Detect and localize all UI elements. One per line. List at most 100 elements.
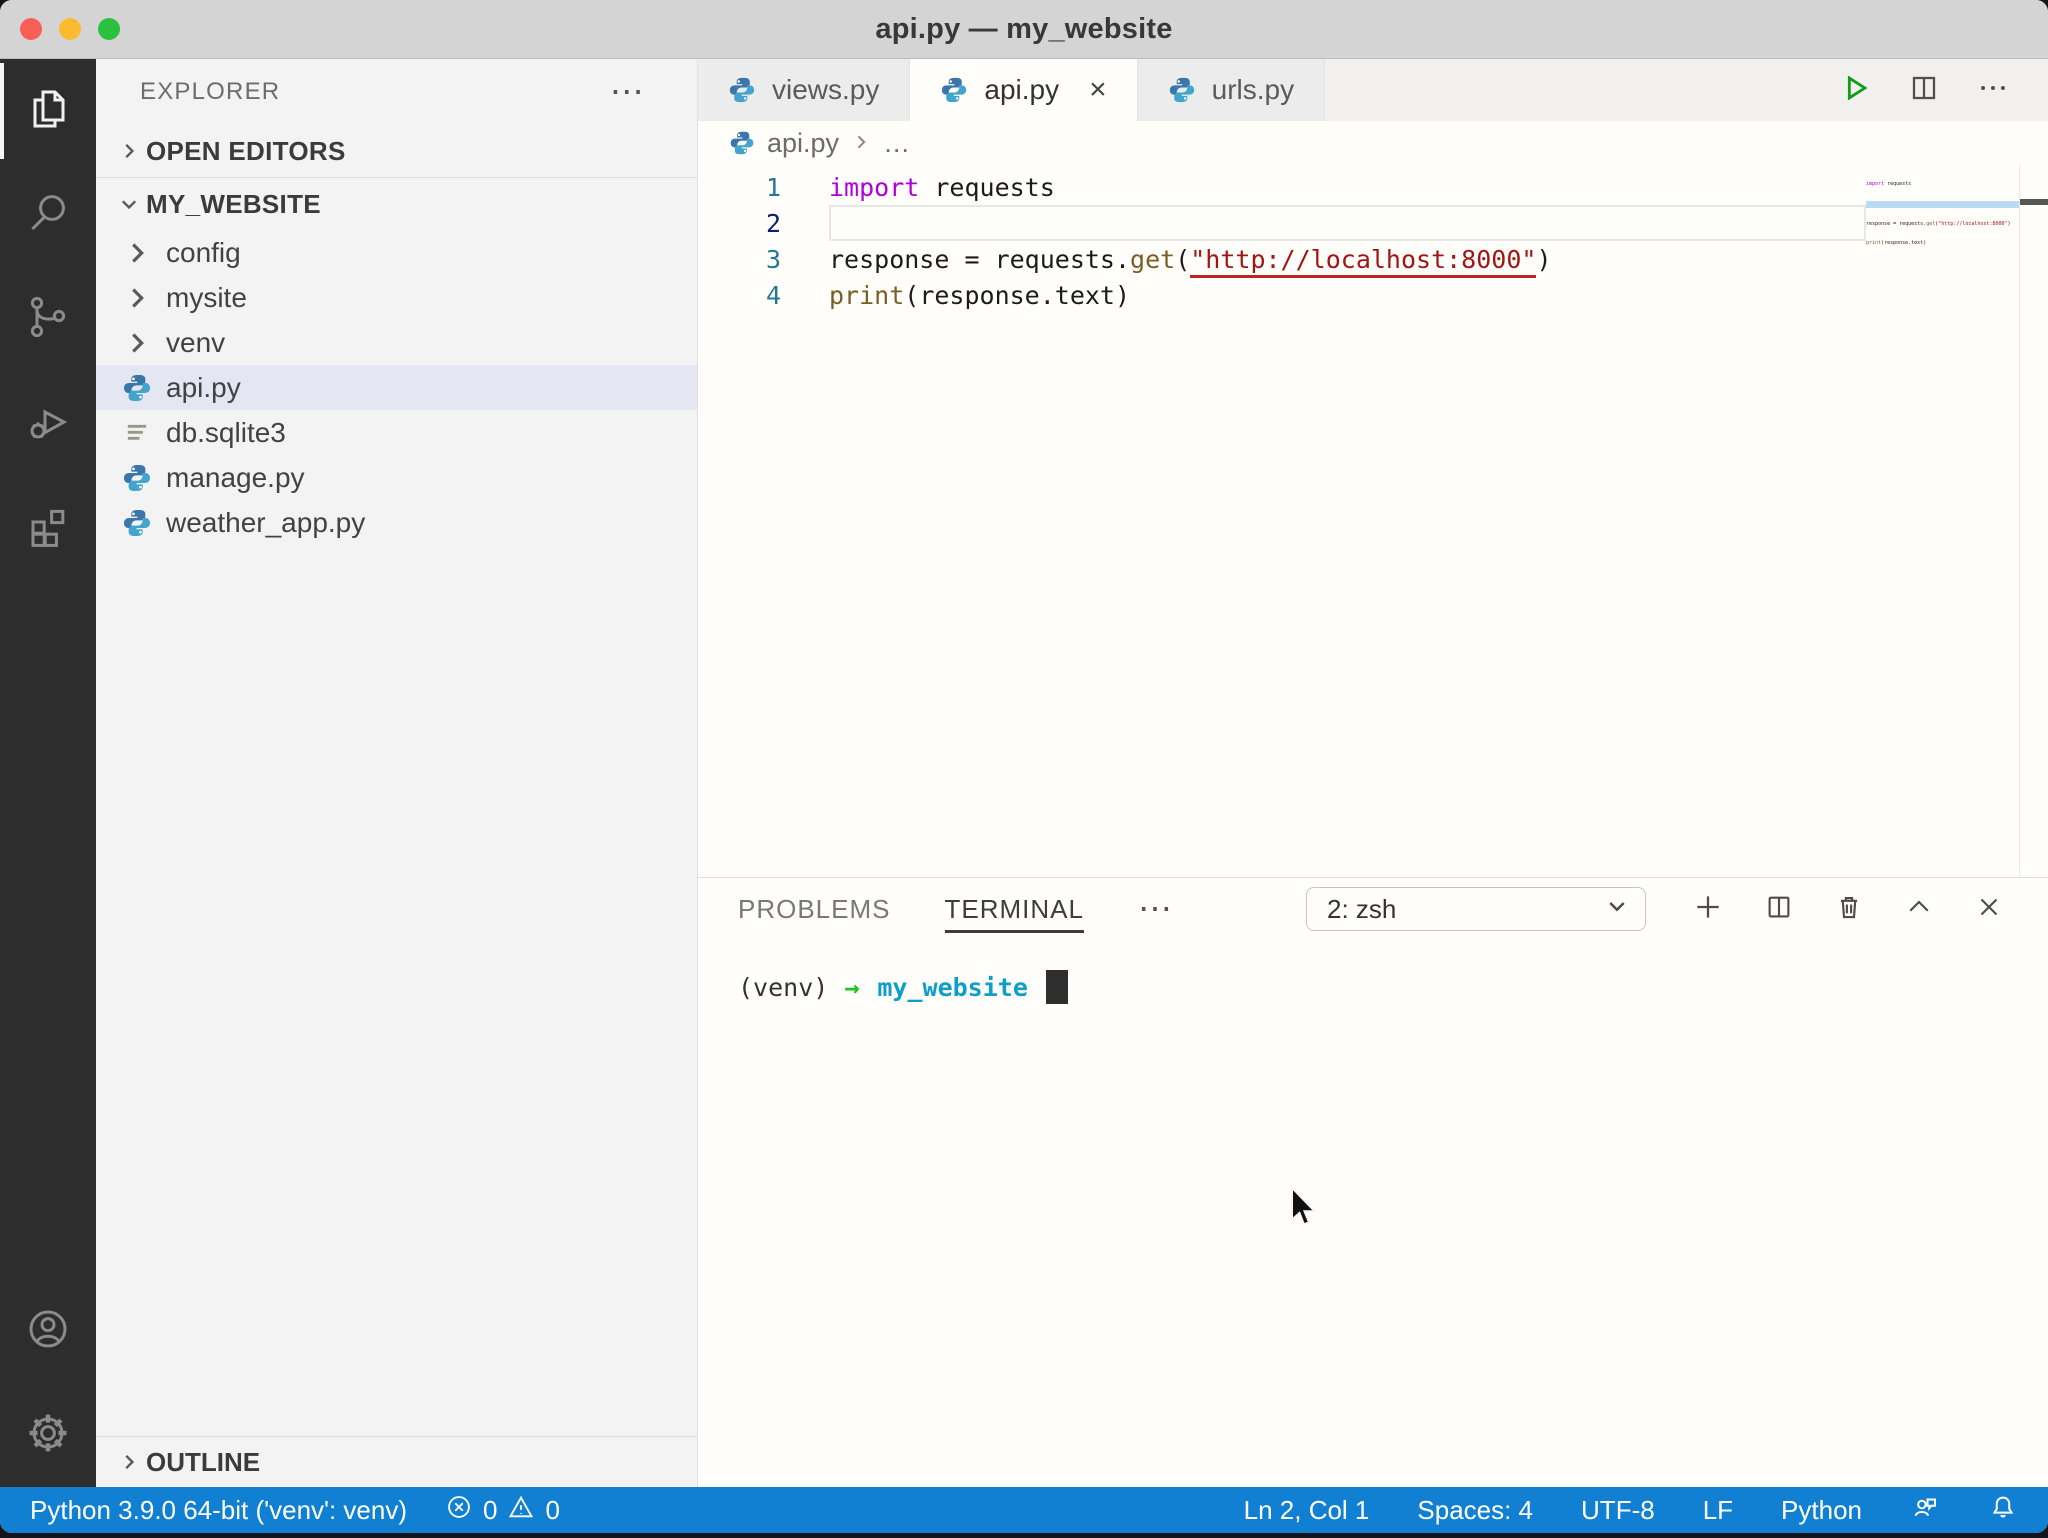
code-editor[interactable]: 1 import requests 2 3 response = request… — [698, 165, 2048, 877]
workspace-root-section[interactable]: MY_WEBSITE — [96, 178, 697, 230]
outline-section[interactable]: OUTLINE — [96, 1436, 697, 1487]
encoding-status[interactable]: UTF-8 — [1581, 1495, 1655, 1526]
terminal-output[interactable]: (venv) → my_website — [698, 940, 2048, 1487]
editor-tab-bar: views.py api.py × urls.py — [698, 59, 2048, 121]
extensions-activity-button[interactable] — [0, 475, 96, 579]
explorer-sidebar: EXPLORER ⋯ OPEN EDITORS MY_WEBSITE confi… — [96, 59, 698, 1487]
feedback-icon[interactable] — [1910, 1492, 1940, 1529]
maximize-window-icon[interactable] — [98, 18, 120, 40]
chevron-right-icon — [122, 328, 152, 358]
code-token: ) — [1536, 244, 1552, 274]
close-tab-icon[interactable]: × — [1089, 75, 1107, 105]
minimap[interactable]: import requests response = requests.get(… — [1866, 168, 2020, 260]
python-file-icon — [1168, 76, 1196, 104]
open-editors-section[interactable]: OPEN EDITORS — [96, 125, 697, 177]
tab-problems[interactable]: PROBLEMS — [738, 878, 891, 940]
python-file-icon — [122, 508, 152, 538]
tab-api-py[interactable]: api.py × — [910, 59, 1138, 121]
python-interpreter-status[interactable]: Python 3.9.0 64-bit ('venv': venv) — [30, 1495, 407, 1526]
kill-terminal-button[interactable] — [1834, 892, 1864, 927]
tree-item-label: weather_app.py — [166, 506, 366, 538]
error-count: 0 — [483, 1494, 498, 1525]
split-editor-button[interactable] — [1908, 72, 1940, 109]
close-window-icon[interactable] — [20, 18, 42, 40]
code-token: response = requests. — [829, 244, 1131, 274]
vscode-window: api.py — my_website EXPLORER ⋯ OPEN EDIT… — [0, 0, 2048, 1533]
language-mode-status[interactable]: Python — [1781, 1495, 1862, 1526]
indentation-status[interactable]: Spaces: 4 — [1417, 1495, 1533, 1526]
tab-label: urls.py — [1211, 74, 1295, 105]
tree-item-manage-py[interactable]: manage.py — [96, 455, 697, 500]
tree-item-db-sqlite3[interactable]: db.sqlite3 — [96, 410, 697, 455]
code-line: 2 — [698, 205, 2048, 241]
extensions-icon — [24, 501, 72, 554]
breadcrumb-file[interactable]: api.py — [767, 128, 839, 159]
code-token: ( — [1175, 244, 1191, 274]
chevron-right-icon — [112, 1451, 146, 1473]
python-file-icon — [729, 130, 755, 156]
activity-bar — [0, 59, 96, 1487]
run-debug-activity-button[interactable] — [0, 371, 96, 475]
window-title: api.py — my_website — [875, 12, 1173, 45]
split-terminal-button[interactable] — [1764, 892, 1794, 927]
warning-icon — [507, 1493, 535, 1528]
account-button[interactable] — [0, 1279, 96, 1383]
settings-button[interactable] — [0, 1383, 96, 1487]
more-actions-icon[interactable] — [1976, 71, 2010, 110]
workspace-root-label: MY_WEBSITE — [146, 188, 321, 219]
tree-item-venv[interactable]: venv — [96, 320, 697, 365]
terminal-prompt-line: (venv) → my_website — [738, 970, 2048, 1004]
close-panel-button[interactable] — [1974, 892, 2004, 927]
chevron-right-icon — [122, 283, 152, 313]
terminal-shell-select[interactable]: 2: zsh — [1306, 887, 1646, 931]
tab-urls-py[interactable]: urls.py — [1137, 59, 1326, 121]
tab-terminal[interactable]: TERMINAL — [944, 878, 1085, 940]
bottom-panel: PROBLEMS TERMINAL ⋯ 2: zsh (venv) → my_w… — [698, 877, 2048, 1487]
tree-item-label: venv — [166, 326, 226, 358]
breadcrumb[interactable]: api.py … — [698, 121, 2048, 165]
line-number: 1 — [765, 172, 781, 202]
tree-item-weather-app-py[interactable]: weather_app.py — [96, 500, 697, 545]
error-icon — [445, 1493, 473, 1528]
python-file-icon — [940, 76, 968, 104]
tree-item-mysite[interactable]: mysite — [96, 275, 697, 320]
title-bar: api.py — my_website — [0, 0, 2048, 59]
chevron-right-icon — [112, 140, 146, 162]
panel-actions — [1692, 891, 2008, 928]
panel-more-actions-icon[interactable]: ⋯ — [1138, 889, 1172, 929]
problems-status[interactable]: 0 0 — [445, 1493, 560, 1528]
settings-gear-icon — [24, 1409, 72, 1462]
line-number: 4 — [765, 280, 781, 310]
tree-item-label: mysite — [166, 281, 247, 313]
outline-label: OUTLINE — [146, 1446, 261, 1477]
maximize-panel-button[interactable] — [1904, 892, 1934, 927]
cursor-position-status[interactable]: Ln 2, Col 1 — [1244, 1495, 1370, 1526]
overview-ruler-cursor-mark — [2020, 199, 2048, 205]
venv-prefix: (venv) — [738, 972, 829, 1002]
source-control-activity-button[interactable] — [0, 267, 96, 371]
code-line: 3 response = requests.get("http://localh… — [698, 241, 2048, 278]
breadcrumb-ellipsis[interactable]: … — [883, 128, 910, 159]
tab-views-py[interactable]: views.py — [698, 59, 911, 121]
source-control-icon — [24, 293, 72, 346]
editor-group: views.py api.py × urls.py api.py … 1 imp… — [698, 59, 2048, 1487]
file-icon — [122, 418, 152, 448]
notifications-bell-icon[interactable] — [1988, 1492, 2018, 1529]
overview-ruler[interactable] — [2019, 165, 2048, 877]
tree-item-api-py[interactable]: api.py — [96, 365, 697, 410]
code-token-url-string: "http://localhost:8000" — [1190, 244, 1537, 278]
status-bar: Python 3.9.0 64-bit ('venv': venv) 0 0 L… — [0, 1487, 2048, 1533]
minimize-window-icon[interactable] — [59, 18, 81, 40]
search-activity-button[interactable] — [0, 163, 96, 267]
eol-status[interactable]: LF — [1703, 1495, 1733, 1526]
code-token: (response.text) — [904, 280, 1131, 310]
tree-item-config[interactable]: config — [96, 230, 697, 275]
new-terminal-button[interactable] — [1692, 891, 1724, 928]
run-file-button[interactable] — [1838, 71, 1872, 110]
line-number: 2 — [765, 208, 781, 238]
code-token: requests — [919, 172, 1055, 202]
sidebar-header: EXPLORER ⋯ — [140, 73, 645, 111]
explorer-activity-button[interactable] — [0, 59, 96, 163]
chevron-right-icon — [851, 128, 871, 159]
chevron-down-icon — [112, 193, 146, 215]
